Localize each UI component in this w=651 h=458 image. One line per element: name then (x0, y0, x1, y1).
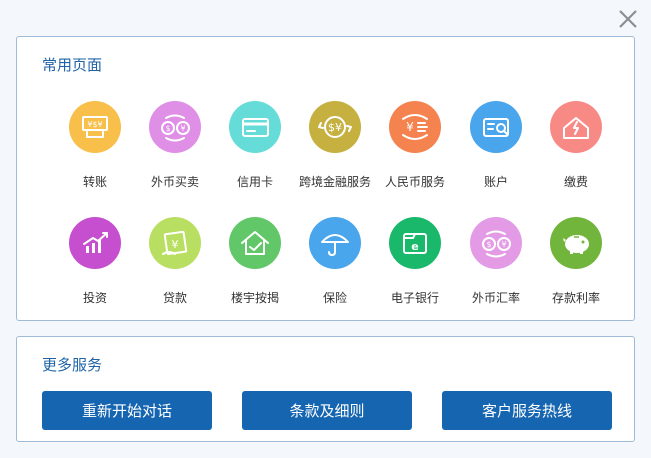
common-page-item[interactable]: ¥ 人民币服务 (375, 101, 455, 201)
transfer-icon: ¥$¥ (69, 101, 121, 153)
more-services-title: 更多服务 (42, 356, 103, 374)
svg-text:$: $ (165, 124, 170, 133)
common-page-item[interactable]: $ ¥ 外币买卖 (135, 101, 215, 201)
loan-icon: ¥ (149, 217, 201, 269)
svg-text:e: e (411, 240, 418, 253)
svg-text:¥$¥: ¥$¥ (87, 120, 102, 129)
common-page-label: 存款利率 (551, 291, 600, 305)
common-page-item[interactable]: 楼宇按揭 (215, 217, 295, 317)
exchange-rate-icon: $ ¥ (470, 217, 522, 269)
bill-payment-icon (550, 101, 602, 153)
insurance-icon (309, 217, 361, 269)
common-page-label: 缴费 (563, 175, 588, 189)
common-page-item[interactable]: 信用卡 (215, 101, 295, 201)
common-page-item[interactable]: 存款利率 (536, 217, 616, 317)
common-page-item[interactable]: $¥ 跨境金融服务 (295, 101, 375, 201)
common-page-item[interactable]: ¥ 贷款 (135, 217, 215, 317)
common-page-item[interactable]: 账户 (456, 101, 536, 201)
common-page-item[interactable]: ¥$¥ 转账 (55, 101, 135, 201)
terms-and-conditions-button[interactable]: 条款及细则 (242, 391, 412, 430)
deposit-rate-icon (550, 217, 602, 269)
common-page-item[interactable]: 缴费 (536, 101, 616, 201)
restart-conversation-button[interactable]: 重新开始对话 (42, 391, 212, 430)
e-banking-icon: e (389, 217, 441, 269)
account-icon (470, 101, 522, 153)
svg-text:¥: ¥ (180, 124, 185, 133)
cross-border-finance-icon: $¥ (309, 101, 361, 153)
common-page-item[interactable]: 保险 (295, 217, 375, 317)
rmb-service-icon: ¥ (389, 101, 441, 153)
common-pages-panel: 常用页面 ¥$¥ 转账 $ ¥ 外币买卖 信用卡 $¥ 跨境金融服务 ¥ 人民币服务 账户 缴费 投资 ¥… (16, 36, 635, 321)
more-services-panel: 更多服务 重新开始对话 条款及细则 客户服务热线 (16, 336, 635, 442)
common-pages-grid: ¥$¥ 转账 $ ¥ 外币买卖 信用卡 $¥ 跨境金融服务 ¥ 人民币服务 账户 缴费 投资 ¥ 贷款 楼宇按… (17, 37, 636, 322)
common-page-item[interactable]: e 电子银行 (375, 217, 455, 317)
common-page-item[interactable]: $ ¥ 外币汇率 (456, 217, 536, 317)
svg-text:$¥: $¥ (328, 121, 342, 134)
credit-card-icon (229, 101, 281, 153)
customer-hotline-button[interactable]: 客户服务热线 (442, 391, 612, 430)
common-page-item[interactable]: 投资 (55, 217, 135, 317)
close-icon[interactable] (615, 6, 641, 32)
mortgage-icon (229, 217, 281, 269)
currency-exchange-icon: $ ¥ (149, 101, 201, 153)
svg-text:¥: ¥ (501, 240, 506, 249)
investment-icon (69, 217, 121, 269)
svg-text:$: $ (486, 240, 491, 249)
svg-text:¥: ¥ (406, 120, 414, 134)
svg-text:¥: ¥ (172, 238, 179, 251)
